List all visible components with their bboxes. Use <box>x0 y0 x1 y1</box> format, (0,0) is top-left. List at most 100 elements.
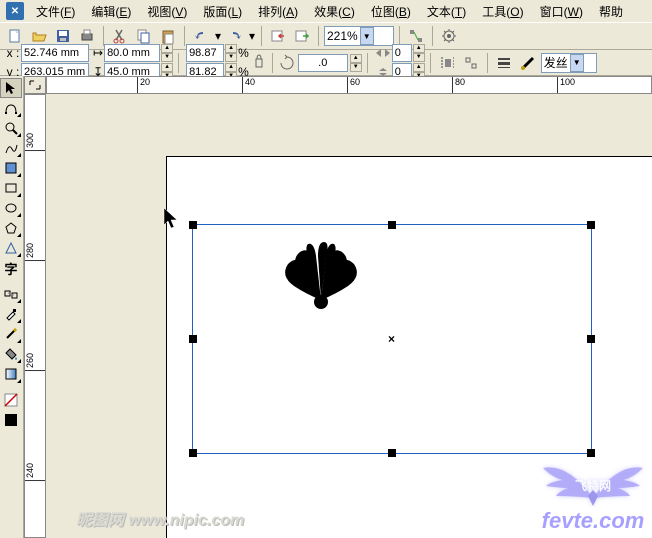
menu-text[interactable]: 文本(T) <box>419 1 474 22</box>
separator <box>399 26 400 46</box>
selection-handle-nw[interactable] <box>189 221 197 229</box>
lock-ratio-button[interactable] <box>251 47 267 79</box>
eyedropper-tool[interactable] <box>0 304 22 324</box>
options-button[interactable] <box>438 25 460 47</box>
shape-tool[interactable] <box>0 98 22 118</box>
wrap-flow-button[interactable] <box>436 52 458 74</box>
menu-arrange[interactable]: 排列(A) <box>250 1 306 22</box>
x-position-input[interactable] <box>21 44 89 62</box>
selection-handle-e[interactable] <box>587 335 595 343</box>
separator <box>318 26 319 46</box>
outline-width-combo[interactable]: 发丝 ▼ <box>541 53 597 73</box>
selection-handle-se[interactable] <box>587 449 595 457</box>
outline-pen-button[interactable] <box>493 52 515 74</box>
pick-tool[interactable] <box>0 78 22 98</box>
spinner[interactable]: ▲▼ <box>161 44 173 62</box>
ruler-tick: 60 <box>347 77 360 93</box>
percent-label: % <box>238 46 249 60</box>
separator <box>184 26 185 46</box>
selection-center-icon: × <box>388 332 395 346</box>
dropdown-arrow-icon: ▼ <box>360 27 374 45</box>
offset-x-input[interactable] <box>392 44 412 62</box>
main-area: 字 20 40 60 80 100 300 280 260 240 <box>0 76 652 538</box>
interactive-fill-tool[interactable] <box>0 364 22 384</box>
align-group-button[interactable] <box>460 52 482 74</box>
horizontal-ruler[interactable]: 20 40 60 80 100 <box>46 76 652 94</box>
menu-effects[interactable]: 效果(C) <box>306 1 363 22</box>
ellipse-tool[interactable] <box>0 198 22 218</box>
mirror-h-icon[interactable] <box>375 48 391 58</box>
selection-handle-w[interactable] <box>189 335 197 343</box>
basic-shapes-tool[interactable] <box>0 238 22 258</box>
zoom-combo[interactable]: 221% ▼ <box>324 26 394 46</box>
menu-layout[interactable]: 版面(L) <box>195 1 250 22</box>
width-icon: ↦ <box>93 46 103 60</box>
vertical-ruler[interactable]: 300 280 260 240 <box>24 94 46 538</box>
rectangle-tool[interactable] <box>0 178 22 198</box>
watermark-nipic: 昵图网 www.nipic.com <box>76 506 244 530</box>
spinner[interactable]: ▲▼ <box>225 44 237 62</box>
polygon-tool[interactable] <box>0 218 22 238</box>
app-icon: ✕ <box>6 2 24 20</box>
watermark-fevte: 飞特网 fevte.com <box>538 458 648 534</box>
ruler-origin[interactable] <box>24 76 46 94</box>
separator <box>432 26 433 46</box>
rotation-input[interactable] <box>298 54 348 72</box>
zoom-tool[interactable] <box>0 118 22 138</box>
fan-shape-object[interactable] <box>276 242 366 312</box>
fill-tool[interactable] <box>0 344 22 364</box>
cursor-icon <box>163 207 181 231</box>
ruler-tick: 40 <box>242 77 255 93</box>
menu-edit[interactable]: 编辑(E) <box>83 1 139 22</box>
undo-dropdown[interactable]: ▾ <box>214 29 222 43</box>
selection-handle-s[interactable] <box>388 449 396 457</box>
width-input[interactable] <box>104 44 160 62</box>
blend-tool[interactable] <box>0 284 22 304</box>
ruler-tick: 240 <box>25 463 45 481</box>
scale-x-input[interactable] <box>186 44 224 62</box>
import-button[interactable] <box>267 25 289 47</box>
text-tool[interactable]: 字 <box>0 258 22 278</box>
canvas-area: 20 40 60 80 100 300 280 260 240 <box>24 76 652 538</box>
redo-dropdown[interactable]: ▾ <box>248 29 256 43</box>
selection-handle-n[interactable] <box>388 221 396 229</box>
menu-bitmap[interactable]: 位图(B) <box>363 1 419 22</box>
toolbox: 字 <box>0 76 24 538</box>
separator <box>261 26 262 46</box>
selection-handle-ne[interactable] <box>587 221 595 229</box>
menu-help[interactable]: 帮助 <box>591 1 631 22</box>
ruler-tick: 80 <box>452 77 465 93</box>
dropdown-arrow-icon: ▼ <box>570 54 584 72</box>
menu-tools[interactable]: 工具(O) <box>474 1 531 22</box>
menu-file[interactable]: 文件(F) <box>28 1 83 22</box>
selection-rectangle[interactable]: × <box>192 224 592 454</box>
outline-width-value: 发丝 <box>544 54 568 71</box>
spinner[interactable]: ▲▼ <box>413 44 425 62</box>
ruler-tick: 300 <box>25 133 45 151</box>
x-label: x : <box>6 46 20 60</box>
separator <box>272 53 273 73</box>
smart-fill-tool[interactable] <box>0 158 22 178</box>
separator <box>103 26 104 46</box>
no-fill-swatch[interactable] <box>0 390 22 410</box>
ruler-tick: 260 <box>25 353 45 371</box>
zoom-value: 221% <box>327 29 358 43</box>
freehand-tool[interactable] <box>0 138 22 158</box>
svg-text:飞特网: 飞特网 <box>575 478 611 493</box>
separator <box>178 53 179 73</box>
export-button[interactable] <box>291 25 313 47</box>
separator <box>367 53 368 73</box>
outline-tool[interactable] <box>0 324 22 344</box>
watermark-fevte-text: fevte.com <box>538 508 648 534</box>
menu-window[interactable]: 窗口(W) <box>532 1 591 22</box>
spinner[interactable]: ▲▼ <box>350 54 362 72</box>
outline-color-button[interactable] <box>517 52 539 74</box>
drawing-canvas[interactable]: × <box>46 94 652 538</box>
separator <box>487 53 488 73</box>
color-swatch[interactable] <box>0 410 22 430</box>
separator <box>430 53 431 73</box>
property-bar: x : y : ↦▲▼ ↧▲▼ ▲▼% ▲▼% ▲▼ ▲▼ ▲▼ 发丝 ▼ <box>0 50 652 76</box>
selection-handle-sw[interactable] <box>189 449 197 457</box>
ruler-tick: 20 <box>137 77 150 93</box>
menu-view[interactable]: 视图(V) <box>139 1 195 22</box>
